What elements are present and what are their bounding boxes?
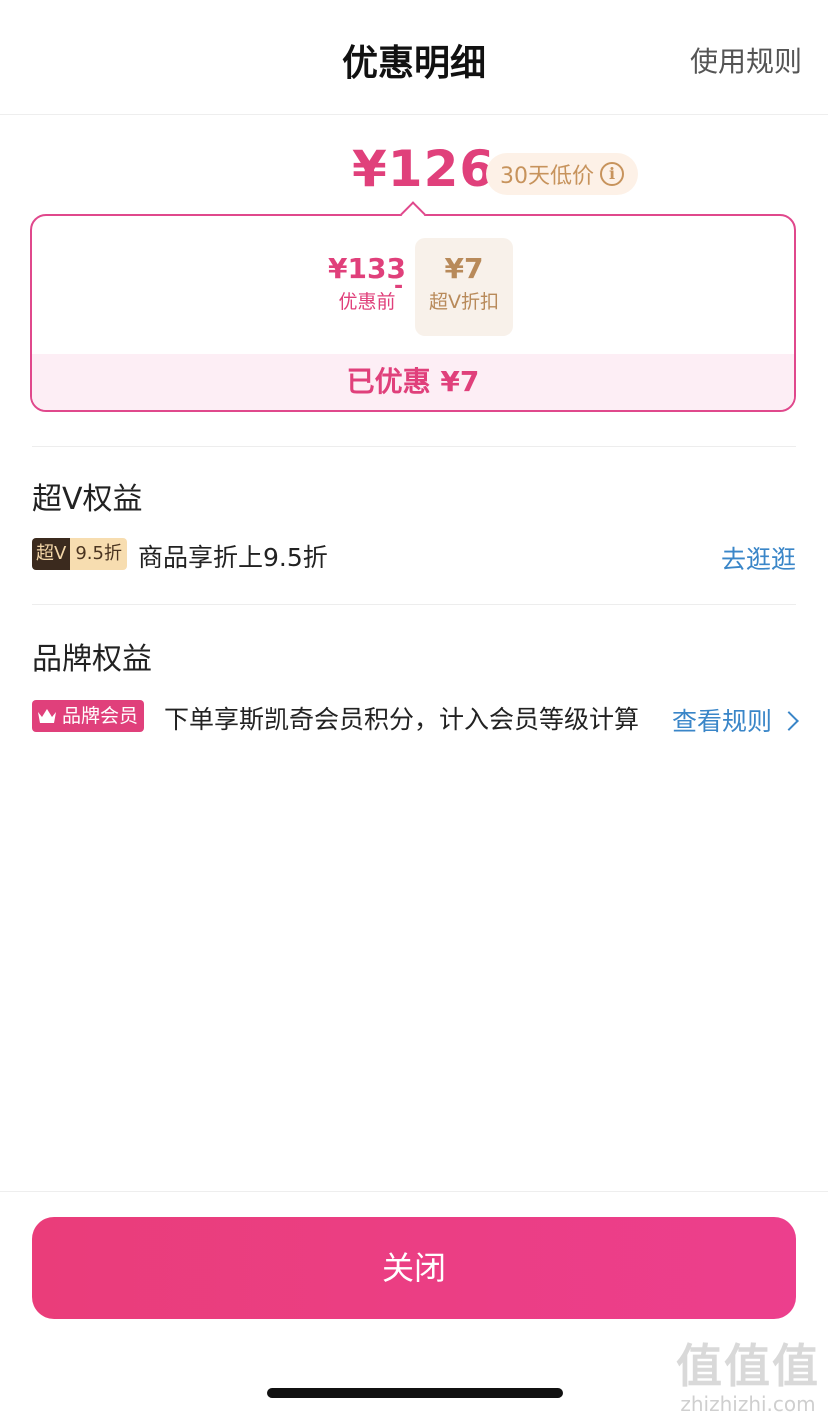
crown-icon [38,709,56,723]
brand-benefit-row: 品牌会员 下单享斯凯奇会员积分，计入会员等级计算 查看规则 [32,698,799,738]
section-divider [32,604,796,605]
section-divider [32,446,796,447]
brand-benefit-text: 下单享斯凯奇会员积分，计入会员等级计算 [164,705,640,734]
sheet-header: 优惠明细 使用规则 [0,0,828,115]
svip-benefit-row: 超V 9.5折 商品享折上9.5折 去逛逛 [32,536,796,574]
info-icon[interactable]: i [600,162,624,186]
watermark-logo: 值值值 [676,1339,820,1393]
final-price: ¥126 [352,140,496,198]
close-button[interactable]: 关闭 [32,1217,796,1319]
view-rules-link[interactable]: 查看规则 [671,702,799,738]
view-rules-label: 查看规则 [671,707,772,736]
browse-link[interactable]: 去逛逛 [721,540,796,576]
svip-discount-label: 超V折扣 [429,291,499,313]
usage-rules-link[interactable]: 使用规则 [690,40,802,80]
brand-section-title: 品牌权益 [32,642,152,677]
svip-discount-tag: 超V 9.5折 [32,538,127,570]
minus-sign: - [394,274,404,299]
home-indicator[interactable] [267,1388,563,1398]
svip-section-title: 超V权益 [32,482,143,517]
svip-discount-block: ¥7 超V折扣 [415,238,513,336]
price-breakdown-card: ¥133 优惠前 - ¥7 超V折扣 已优惠 ¥7 [30,214,796,412]
brand-member-tag-label: 品牌会员 [62,705,139,727]
total-saved-bar: 已优惠 ¥7 [32,354,794,410]
svip-discount-amount: ¥7 [444,252,484,285]
watermark-url: zhizhizhi.com [680,1392,816,1416]
svip-tag-rate: 9.5折 [70,538,127,570]
site-watermark: 值值值 zhizhizhi.com [676,1330,820,1416]
svip-benefit-text: 商品享折上9.5折 [138,543,328,572]
footer-divider [0,1191,828,1192]
discount-details-sheet: 优惠明细 使用规则 ¥126 30天低价 i ¥133 优惠前 - ¥7 超V折… [0,0,828,1416]
svip-tag-label: 超V [32,538,71,570]
brand-member-tag: 品牌会员 [32,700,145,732]
low-price-badge[interactable]: 30天低价 i [486,153,638,195]
low-price-badge-label: 30天低价 [500,164,594,189]
chevron-right-icon [779,711,799,731]
